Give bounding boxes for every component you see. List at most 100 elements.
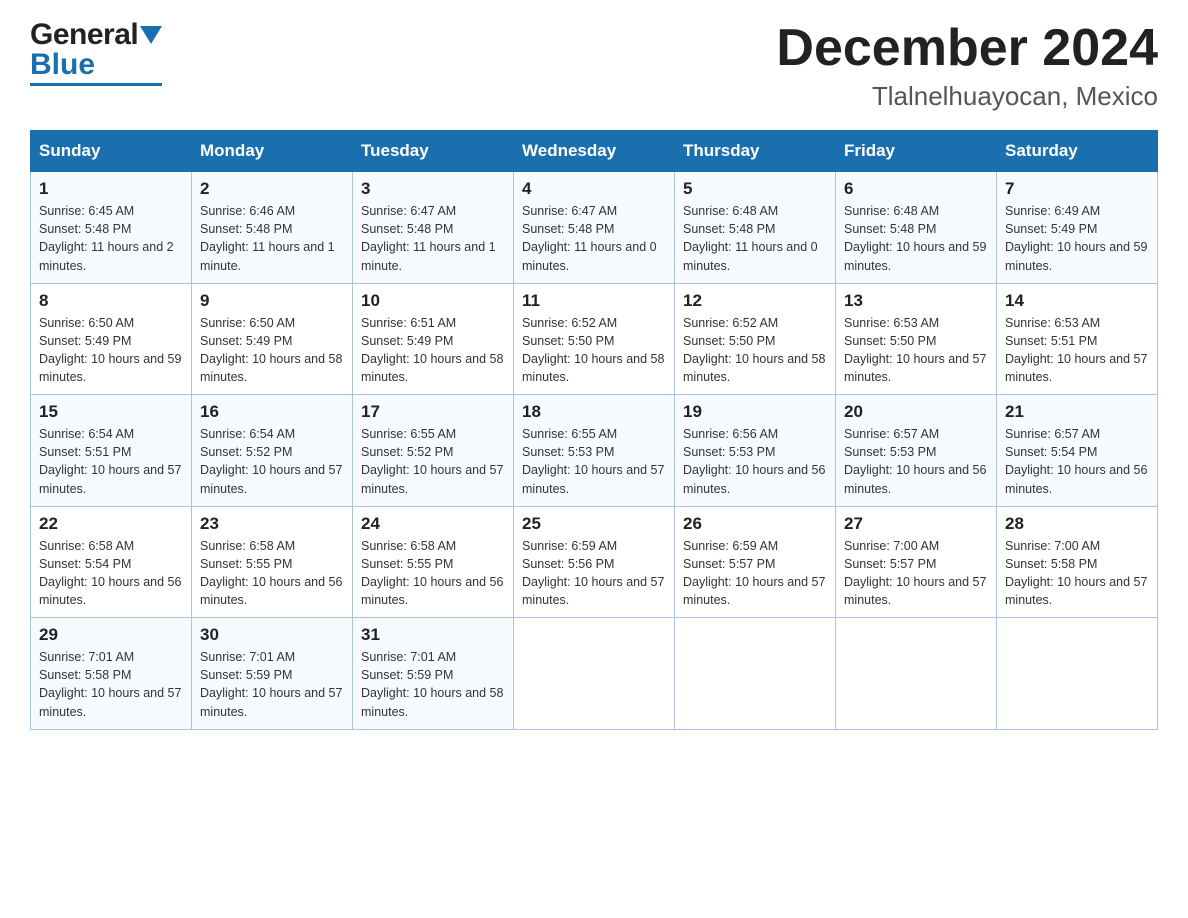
day-cell: 21 Sunrise: 6:57 AMSunset: 5:54 PMDayligh… [997,395,1158,507]
empty-cell [997,618,1158,730]
day-number: 21 [1005,402,1149,422]
day-number: 31 [361,625,505,645]
day-info: Sunrise: 6:57 AMSunset: 5:54 PMDaylight:… [1005,425,1149,498]
day-info: Sunrise: 6:50 AMSunset: 5:49 PMDaylight:… [200,314,344,387]
day-info: Sunrise: 6:58 AMSunset: 5:54 PMDaylight:… [39,537,183,610]
day-info: Sunrise: 7:01 AMSunset: 5:59 PMDaylight:… [361,648,505,721]
day-info: Sunrise: 6:58 AMSunset: 5:55 PMDaylight:… [361,537,505,610]
header-cell-monday: Monday [192,131,353,172]
day-cell: 24 Sunrise: 6:58 AMSunset: 5:55 PMDayligh… [353,506,514,618]
day-number: 27 [844,514,988,534]
day-info: Sunrise: 6:58 AMSunset: 5:55 PMDaylight:… [200,537,344,610]
day-number: 4 [522,179,666,199]
day-number: 14 [1005,291,1149,311]
day-info: Sunrise: 6:52 AMSunset: 5:50 PMDaylight:… [522,314,666,387]
day-info: Sunrise: 6:53 AMSunset: 5:50 PMDaylight:… [844,314,988,387]
day-cell: 14 Sunrise: 6:53 AMSunset: 5:51 PMDayligh… [997,283,1158,395]
day-info: Sunrise: 6:54 AMSunset: 5:51 PMDaylight:… [39,425,183,498]
header-row: SundayMondayTuesdayWednesdayThursdayFrid… [31,131,1158,172]
day-info: Sunrise: 6:59 AMSunset: 5:57 PMDaylight:… [683,537,827,610]
day-info: Sunrise: 6:48 AMSunset: 5:48 PMDaylight:… [844,202,988,275]
day-number: 29 [39,625,183,645]
day-cell: 13 Sunrise: 6:53 AMSunset: 5:50 PMDayligh… [836,283,997,395]
day-number: 7 [1005,179,1149,199]
day-cell: 26 Sunrise: 6:59 AMSunset: 5:57 PMDayligh… [675,506,836,618]
header-cell-sunday: Sunday [31,131,192,172]
day-cell: 30Sunrise: 7:01 AMSunset: 5:59 PMDayligh… [192,618,353,730]
empty-cell [675,618,836,730]
day-cell: 22 Sunrise: 6:58 AMSunset: 5:54 PMDayligh… [31,506,192,618]
week-row-5: 29Sunrise: 7:01 AMSunset: 5:58 PMDayligh… [31,618,1158,730]
day-number: 12 [683,291,827,311]
day-cell: 7 Sunrise: 6:49 AMSunset: 5:49 PMDaylight… [997,172,1158,284]
day-info: Sunrise: 6:45 AMSunset: 5:48 PMDaylight:… [39,202,183,275]
day-cell: 8 Sunrise: 6:50 AMSunset: 5:49 PMDaylight… [31,283,192,395]
day-cell: 15Sunrise: 6:54 AMSunset: 5:51 PMDayligh… [31,395,192,507]
title-block: December 2024 Tlalnelhuayocan, Mexico [776,20,1158,112]
day-cell: 31 Sunrise: 7:01 AMSunset: 5:59 PMDayligh… [353,618,514,730]
day-number: 30 [200,625,344,645]
day-cell: 25Sunrise: 6:59 AMSunset: 5:56 PMDayligh… [514,506,675,618]
calendar-table: SundayMondayTuesdayWednesdayThursdayFrid… [30,130,1158,730]
day-number: 1 [39,179,183,199]
day-number: 6 [844,179,988,199]
day-cell: 18 Sunrise: 6:55 AMSunset: 5:53 PMDayligh… [514,395,675,507]
day-info: Sunrise: 6:46 AMSunset: 5:48 PMDaylight:… [200,202,344,275]
day-info: Sunrise: 6:55 AMSunset: 5:53 PMDaylight:… [522,425,666,498]
week-row-3: 15Sunrise: 6:54 AMSunset: 5:51 PMDayligh… [31,395,1158,507]
day-number: 11 [522,291,666,311]
logo-arrow-icon [140,26,162,48]
day-info: Sunrise: 6:51 AMSunset: 5:49 PMDaylight:… [361,314,505,387]
month-title: December 2024 [776,20,1158,77]
page-header: General Blue December 2024 Tlalnelhuayoc… [30,20,1158,112]
day-number: 8 [39,291,183,311]
day-info: Sunrise: 7:00 AMSunset: 5:58 PMDaylight:… [1005,537,1149,610]
day-number: 13 [844,291,988,311]
header-cell-wednesday: Wednesday [514,131,675,172]
logo: General Blue [30,20,162,86]
day-number: 18 [522,402,666,422]
day-cell: 29Sunrise: 7:01 AMSunset: 5:58 PMDayligh… [31,618,192,730]
day-number: 22 [39,514,183,534]
day-cell: 12Sunrise: 6:52 AMSunset: 5:50 PMDayligh… [675,283,836,395]
day-cell: 2 Sunrise: 6:46 AMSunset: 5:48 PMDaylight… [192,172,353,284]
day-info: Sunrise: 6:56 AMSunset: 5:53 PMDaylight:… [683,425,827,498]
day-number: 17 [361,402,505,422]
day-number: 25 [522,514,666,534]
day-cell: 10Sunrise: 6:51 AMSunset: 5:49 PMDayligh… [353,283,514,395]
day-number: 16 [200,402,344,422]
day-number: 26 [683,514,827,534]
day-info: Sunrise: 6:50 AMSunset: 5:49 PMDaylight:… [39,314,183,387]
day-number: 3 [361,179,505,199]
day-cell: 17Sunrise: 6:55 AMSunset: 5:52 PMDayligh… [353,395,514,507]
day-cell: 11 Sunrise: 6:52 AMSunset: 5:50 PMDayligh… [514,283,675,395]
day-cell: 3 Sunrise: 6:47 AMSunset: 5:48 PMDaylight… [353,172,514,284]
day-cell: 23 Sunrise: 6:58 AMSunset: 5:55 PMDayligh… [192,506,353,618]
day-number: 24 [361,514,505,534]
day-cell: 16 Sunrise: 6:54 AMSunset: 5:52 PMDayligh… [192,395,353,507]
day-cell: 4 Sunrise: 6:47 AMSunset: 5:48 PMDaylight… [514,172,675,284]
empty-cell [514,618,675,730]
day-info: Sunrise: 6:47 AMSunset: 5:48 PMDaylight:… [361,202,505,275]
header-cell-thursday: Thursday [675,131,836,172]
day-number: 2 [200,179,344,199]
week-row-2: 8 Sunrise: 6:50 AMSunset: 5:49 PMDaylight… [31,283,1158,395]
logo-general-text: General [30,20,138,50]
day-info: Sunrise: 6:48 AMSunset: 5:48 PMDaylight:… [683,202,827,275]
day-cell: 5Sunrise: 6:48 AMSunset: 5:48 PMDaylight… [675,172,836,284]
logo-underline [30,83,162,86]
day-number: 23 [200,514,344,534]
day-cell: 20Sunrise: 6:57 AMSunset: 5:53 PMDayligh… [836,395,997,507]
day-number: 9 [200,291,344,311]
day-cell: 28 Sunrise: 7:00 AMSunset: 5:58 PMDayligh… [997,506,1158,618]
day-info: Sunrise: 6:53 AMSunset: 5:51 PMDaylight:… [1005,314,1149,387]
header-cell-tuesday: Tuesday [353,131,514,172]
day-info: Sunrise: 6:54 AMSunset: 5:52 PMDaylight:… [200,425,344,498]
week-row-4: 22 Sunrise: 6:58 AMSunset: 5:54 PMDayligh… [31,506,1158,618]
day-info: Sunrise: 7:00 AMSunset: 5:57 PMDaylight:… [844,537,988,610]
day-number: 28 [1005,514,1149,534]
day-info: Sunrise: 6:49 AMSunset: 5:49 PMDaylight:… [1005,202,1149,275]
header-cell-friday: Friday [836,131,997,172]
day-info: Sunrise: 6:47 AMSunset: 5:48 PMDaylight:… [522,202,666,275]
logo-blue-text: Blue [30,48,95,81]
